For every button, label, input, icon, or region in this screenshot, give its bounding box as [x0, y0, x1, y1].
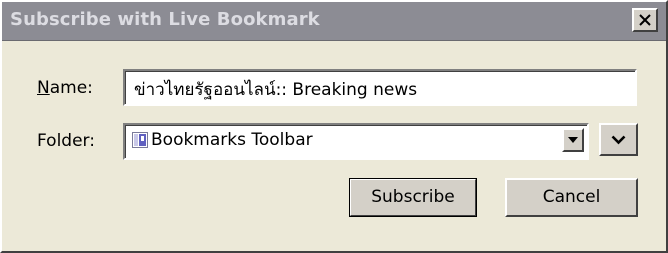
- bookmarks-toolbar-icon: [132, 132, 148, 148]
- folder-select[interactable]: Bookmarks Toolbar: [123, 123, 589, 160]
- cancel-button[interactable]: Cancel: [505, 178, 638, 217]
- close-icon: [639, 14, 651, 26]
- name-label: Name:: [37, 78, 93, 98]
- folder-dropdown-button[interactable]: [562, 128, 584, 152]
- folder-select-value: Bookmarks Toolbar: [151, 130, 313, 150]
- folder-label: Folder:: [37, 131, 95, 151]
- name-label-accelerator: N: [37, 78, 50, 98]
- dialog-title: Subscribe with Live Bookmark: [10, 9, 320, 30]
- name-input[interactable]: ข่าวไทยรัฐออนไลน์:: Breaking news: [123, 69, 637, 106]
- expand-folders-button[interactable]: [599, 123, 638, 156]
- close-button[interactable]: [632, 8, 658, 32]
- name-label-rest: ame:: [49, 78, 93, 98]
- subscribe-button[interactable]: Subscribe: [349, 178, 477, 217]
- chevron-down-icon: [611, 135, 626, 145]
- name-input-value: ข่าวไทยรัฐออนไลน์:: Breaking news: [134, 80, 418, 100]
- triangle-down-icon: [568, 137, 578, 143]
- title-bar[interactable]: Subscribe with Live Bookmark: [2, 2, 666, 41]
